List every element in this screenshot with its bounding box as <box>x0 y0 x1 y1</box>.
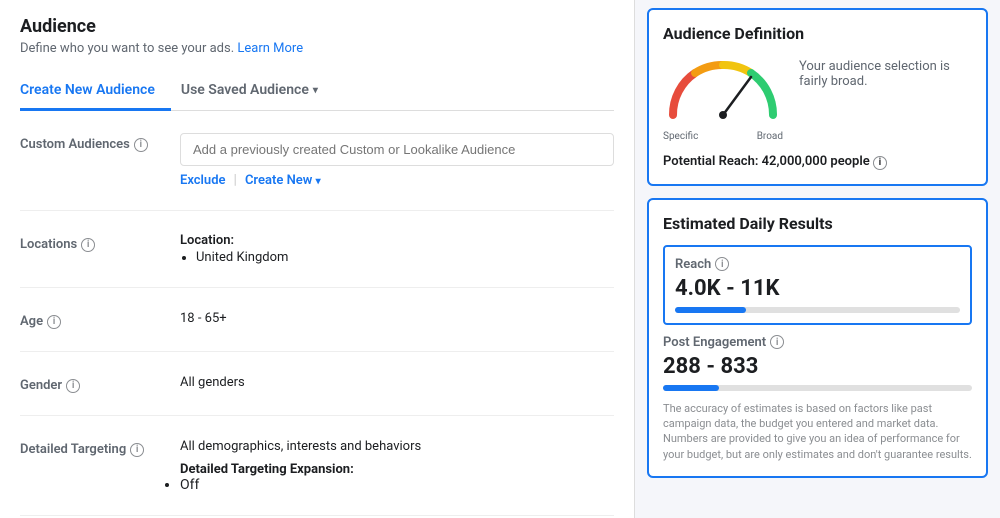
audience-definition-title: Audience Definition <box>663 24 972 43</box>
gender-label: Gender i <box>20 374 180 393</box>
right-panel: Audience Definition <box>635 0 1000 518</box>
estimated-daily-card: Estimated Daily Results Reach i 4.0K - 1… <box>647 198 988 479</box>
custom-audiences-content: Exclude | Create New ▾ <box>180 133 614 188</box>
detailed-targeting-row: Detailed Targeting i All demographics, i… <box>20 432 614 499</box>
location-item: United Kingdom <box>196 250 614 265</box>
reach-bar <box>675 307 960 313</box>
page-title: Audience <box>20 16 614 37</box>
left-panel: Audience Define who you want to see your… <box>0 0 635 518</box>
potential-reach: Potential Reach: 42,000,000 people i <box>663 154 972 170</box>
custom-audiences-row: Custom Audiences i Exclude | Create New … <box>20 127 614 194</box>
learn-more-link[interactable]: Learn More <box>237 41 303 56</box>
gauge-svg <box>663 55 783 125</box>
detailed-targeting-content: All demographics, interests and behavior… <box>180 438 614 493</box>
input-actions: Exclude | Create New ▾ <box>180 172 614 188</box>
engagement-bar <box>663 385 972 391</box>
age-content: 18 - 65+ <box>180 310 614 326</box>
reach-value: 4.0K - 11K <box>675 276 960 301</box>
page-subtitle: Define who you want to see your ads. Lea… <box>20 41 614 56</box>
locations-label: Locations i <box>20 233 180 252</box>
engagement-info-icon[interactable]: i <box>770 335 784 349</box>
gauge-labels: Specific Broad <box>663 131 783 142</box>
disclaimer: The accuracy of estimates is based on fa… <box>663 401 972 463</box>
divider: | <box>234 172 237 188</box>
gauge-wrapper: Specific Broad <box>663 55 783 142</box>
engagement-label: Post Engagement i <box>663 335 972 350</box>
chevron-down-icon: ▾ <box>313 85 318 96</box>
engagement-value: 288 - 833 <box>663 354 972 379</box>
age-row: Age i 18 - 65+ <box>20 304 614 335</box>
detailed-targeting-info-icon[interactable]: i <box>130 443 144 457</box>
potential-reach-info-icon[interactable]: i <box>873 156 887 170</box>
custom-audiences-info-icon[interactable]: i <box>134 138 148 152</box>
engagement-section: Post Engagement i 288 - 833 <box>663 335 972 391</box>
audience-definition-card: Audience Definition <box>647 8 988 186</box>
gender-row: Gender i All genders <box>20 368 614 399</box>
age-section: Age i 18 - 65+ <box>20 288 614 352</box>
age-info-icon[interactable]: i <box>47 315 61 329</box>
gender-info-icon[interactable]: i <box>66 379 80 393</box>
chevron-down-icon-create: ▾ <box>316 176 321 187</box>
custom-audiences-input[interactable] <box>180 133 614 166</box>
gender-content: All genders <box>180 374 614 390</box>
reach-label: Reach i <box>675 257 960 272</box>
create-new-button[interactable]: Create New ▾ <box>245 173 321 188</box>
age-label: Age i <box>20 310 180 329</box>
targeting-expansion: Detailed Targeting Expansion: Off <box>180 462 614 493</box>
detailed-targeting-label: Detailed Targeting i <box>20 438 180 457</box>
locations-content: Location: United Kingdom <box>180 233 614 265</box>
locations-section: Locations i Location: United Kingdom <box>20 211 614 288</box>
tabs: Create New Audience Use Saved Audience ▾ <box>20 72 614 111</box>
reach-card: Reach i 4.0K - 11K <box>663 245 972 325</box>
gauge-section: Specific Broad Your audience selection i… <box>663 55 972 142</box>
tab-use-saved[interactable]: Use Saved Audience ▾ <box>171 72 334 111</box>
detailed-targeting-section: Detailed Targeting i All demographics, i… <box>20 416 614 516</box>
estimated-daily-title: Estimated Daily Results <box>663 214 972 233</box>
reach-bar-fill <box>675 307 746 313</box>
locations-row: Locations i Location: United Kingdom <box>20 227 614 271</box>
custom-audiences-label: Custom Audiences i <box>20 133 180 152</box>
tab-create-new[interactable]: Create New Audience <box>20 72 171 111</box>
gauge-description: Your audience selection is fairly broad. <box>799 55 972 89</box>
engagement-bar-fill <box>663 385 719 391</box>
gender-section: Gender i All genders <box>20 352 614 416</box>
reach-info-icon[interactable]: i <box>715 257 729 271</box>
exclude-button[interactable]: Exclude <box>180 173 226 188</box>
locations-info-icon[interactable]: i <box>81 238 95 252</box>
custom-audiences-section: Custom Audiences i Exclude | Create New … <box>20 111 614 211</box>
